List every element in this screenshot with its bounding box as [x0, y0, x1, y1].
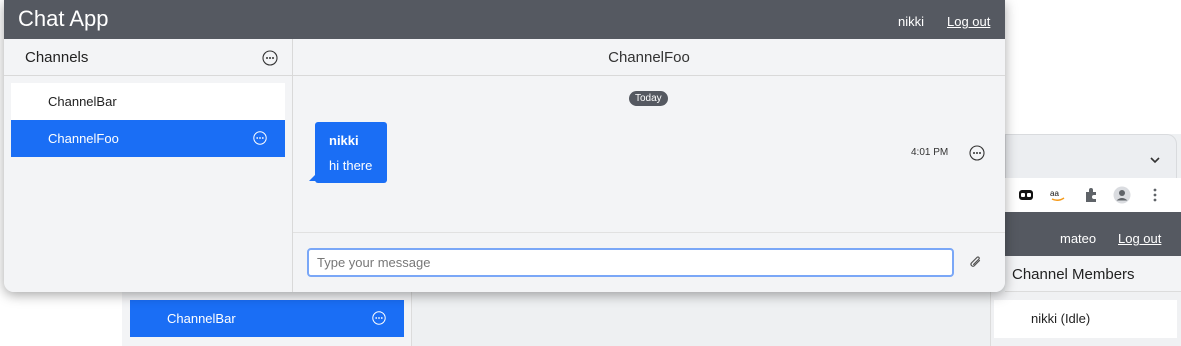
puzzle-extensions-icon[interactable]	[1082, 186, 1100, 204]
channel-label: ChannelBar	[48, 94, 117, 109]
channel-header: ChannelFoo	[293, 39, 1005, 76]
member-item[interactable]: nikki (Idle)	[994, 300, 1177, 338]
channels-sidebar: Channels ChannelBar ChannelFoo	[4, 39, 293, 292]
channel-label: ChannelFoo	[48, 131, 119, 146]
more-circle-icon[interactable]	[372, 311, 386, 325]
background-channel-list: ChannelBar	[122, 292, 412, 346]
app-header: Chat App nikki Log out	[4, 0, 1005, 39]
extension-mask-icon[interactable]	[1017, 186, 1035, 204]
logout-link[interactable]: Log out	[947, 14, 990, 29]
member-label: nikki (Idle)	[1031, 311, 1091, 326]
more-circle-icon[interactable]	[253, 131, 267, 145]
profile-avatar-icon[interactable]	[1113, 186, 1131, 204]
background-browser-toolbar: aa	[1005, 178, 1181, 213]
more-circle-icon[interactable]	[969, 145, 985, 161]
channels-title: Channels	[25, 49, 89, 66]
channel-title: ChannelFoo	[608, 49, 690, 66]
svg-text:aa: aa	[1050, 189, 1059, 198]
chat-main-panel: ChannelFoo Today nikki hi there 4:01 PM	[293, 39, 1005, 292]
channel-members-header: Channel Members	[1005, 256, 1181, 292]
background-app-header: mateo Log out	[1005, 212, 1181, 256]
date-divider-badge: Today	[629, 91, 668, 106]
channel-item-channelfoo[interactable]: ChannelFoo	[11, 120, 285, 157]
channel-members-list: nikki (Idle)	[990, 292, 1181, 346]
channels-header: Channels	[4, 39, 292, 76]
message-timestamp: 4:01 PM	[911, 147, 949, 158]
background-logout-link[interactable]: Log out	[1118, 231, 1161, 246]
kebab-menu-icon[interactable]	[1146, 186, 1164, 204]
app-title: Chat App	[18, 6, 109, 31]
channel-members-title: Channel Members	[1012, 266, 1135, 283]
message-text: hi there	[329, 158, 373, 173]
amazon-extension-icon[interactable]: aa	[1049, 186, 1067, 204]
background-browser-titlebar	[1005, 134, 1177, 184]
current-username: nikki	[898, 14, 925, 29]
composer-divider	[293, 232, 1005, 233]
paperclip-icon[interactable]	[968, 254, 984, 270]
channel-item-channelbar[interactable]: ChannelBar	[11, 83, 285, 120]
message-input[interactable]	[307, 248, 954, 277]
background-username: mateo	[1060, 231, 1097, 246]
chat-app-window: Chat App nikki Log out Channels ChannelB…	[4, 0, 1005, 292]
more-circle-icon[interactable]	[262, 50, 278, 66]
chevron-down-icon[interactable]	[1148, 153, 1162, 167]
message-bubble: nikki hi there	[315, 122, 387, 183]
message-author: nikki	[329, 133, 359, 148]
background-channel-label: ChannelBar	[167, 311, 236, 326]
background-channel-item[interactable]: ChannelBar	[130, 300, 404, 337]
